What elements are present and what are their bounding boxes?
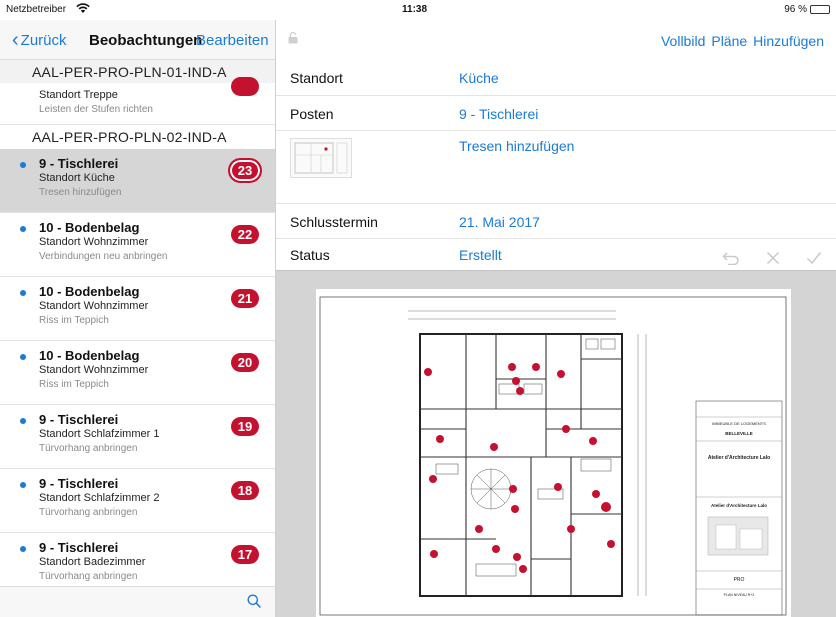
item-description: Türvorhang anbringen xyxy=(39,507,138,518)
plan-thumbnail[interactable] xyxy=(290,138,352,178)
item-description: Tresen hinzufügen xyxy=(39,187,122,198)
item-badge: 21 xyxy=(231,289,259,308)
deadline-value[interactable]: 21. Mai 2017 xyxy=(459,214,540,230)
unlock-icon[interactable] xyxy=(288,31,298,47)
unread-dot xyxy=(20,546,26,552)
list-item[interactable]: 10 - Bodenbelag Standort Wohnzimmer Riss… xyxy=(0,277,275,341)
deadline-row[interactable]: Schlusstermin 21. Mai 2017 xyxy=(276,204,836,239)
plan-phase-label: PRO xyxy=(734,577,745,583)
undo-icon[interactable] xyxy=(722,249,740,270)
plan-level-label: PLAN NIVEAU R+2 xyxy=(724,593,755,597)
item-location: Standort Badezimmer xyxy=(39,556,146,568)
item-title: 10 - Bodenbelag xyxy=(39,220,140,235)
item-location: Standort Schlafzimmer 1 xyxy=(39,428,160,440)
item-location: Standort Schlafzimmer 2 xyxy=(39,492,160,504)
right-navigation-bar: Vollbild Pläne Hinzufügen xyxy=(276,20,836,60)
list-item[interactable]: 10 - Bodenbelag Standort Wohnzimmer Riss… xyxy=(0,341,275,405)
plan-group-header: AAL-PER-PRO-PLN-02-IND-A xyxy=(0,125,275,149)
item-title: 9 - Tischlerei xyxy=(39,476,119,491)
item-title: 9 - Tischlerei xyxy=(39,156,119,171)
item-description: Riss im Teppich xyxy=(39,315,109,326)
battery-percent: 96 % xyxy=(784,4,807,15)
item-badge: 18 xyxy=(231,481,259,500)
floor-plan-sheet[interactable]: IMMEUBLE DE LOGEMENTS BELLEVILLE Atelier… xyxy=(316,289,791,617)
location-row[interactable]: Standort Küche xyxy=(276,60,836,96)
item-description: Riss im Teppich xyxy=(39,379,109,390)
battery-indicator: 96 % xyxy=(784,4,830,15)
item-location: Standort Wohnzimmer xyxy=(39,300,149,312)
description-row[interactable]: Tresen hinzufügen xyxy=(276,131,836,204)
add-button[interactable]: Hinzufügen xyxy=(753,33,824,49)
item-description: Verbindungen neu anbringen xyxy=(39,251,168,262)
status-label: Status xyxy=(290,247,330,263)
unread-dot xyxy=(20,354,26,360)
carrier-label: Netzbetreiber xyxy=(6,4,67,15)
item-location: Standort Treppe xyxy=(39,89,118,101)
status-actions xyxy=(722,249,822,270)
list-item[interactable]: 9 - Tischlerei Standort Küche Tresen hin… xyxy=(0,149,275,213)
observation-list[interactable]: AAL-PER-PRO-PLN-01-IND-A Standort Treppe… xyxy=(0,60,275,586)
description-value[interactable]: Tresen hinzufügen xyxy=(459,138,574,154)
item-title: 10 - Bodenbelag xyxy=(39,348,140,363)
item-badge: 20 xyxy=(231,353,259,372)
search-icon[interactable] xyxy=(247,594,261,612)
item-title: 10 - Bodenbelag xyxy=(39,284,140,299)
list-item[interactable]: 9 - Tischlerei Standort Schlafzimmer 1 T… xyxy=(0,405,275,469)
item-badge: 17 xyxy=(231,545,259,564)
item-row[interactable]: Posten 9 - Tischlerei xyxy=(276,96,836,131)
list-item[interactable]: 9 - Tischlerei Standort Schlafzimmer 2 T… xyxy=(0,469,275,533)
plan-city-label: BELLEVILLE xyxy=(725,431,753,436)
location-label: Standort xyxy=(290,70,343,86)
plan-architect-label-2: Atelier d'Architecture Lalo xyxy=(711,503,767,508)
plan-architect-label: Atelier d'Architecture Lalo xyxy=(708,455,770,461)
item-location: Standort Wohnzimmer xyxy=(39,236,149,248)
item-badge: 19 xyxy=(231,417,259,436)
left-toolbar xyxy=(0,586,275,617)
unread-dot xyxy=(20,226,26,232)
unread-dot xyxy=(20,482,26,488)
status-bar: Netzbetreiber 11:38 96 % xyxy=(0,0,836,20)
plans-button[interactable]: Pläne xyxy=(711,33,747,49)
panel-title: Beobachtungen xyxy=(89,32,203,49)
item-badge xyxy=(231,77,259,96)
item-value[interactable]: 9 - Tischlerei xyxy=(459,106,538,122)
item-location: Standort Küche xyxy=(39,172,115,184)
item-description: Leisten der Stufen richten xyxy=(39,104,153,115)
wifi-icon xyxy=(76,3,90,17)
unread-dot xyxy=(20,418,26,424)
unread-dot xyxy=(20,290,26,296)
location-value[interactable]: Küche xyxy=(459,70,499,86)
edit-button[interactable]: Bearbeiten xyxy=(196,32,269,49)
observation-detail-panel: Vollbild Pläne Hinzufügen Standort Küche… xyxy=(276,20,836,617)
status-value[interactable]: Erstellt xyxy=(459,247,502,263)
item-location: Standort Wohnzimmer xyxy=(39,364,149,376)
left-navigation-bar: ‹ Zurück Beobachtungen Bearbeiten xyxy=(0,20,275,60)
plan-viewer[interactable]: IMMEUBLE DE LOGEMENTS BELLEVILLE Atelier… xyxy=(276,270,836,617)
item-title: 9 - Tischlerei xyxy=(39,540,119,555)
list-item[interactable]: Standort Treppe Leisten der Stufen richt… xyxy=(0,77,275,125)
item-description: Türvorhang anbringen xyxy=(39,443,138,454)
back-label: Zurück xyxy=(20,32,67,49)
item-description: Türvorhang anbringen xyxy=(39,571,138,582)
battery-icon xyxy=(810,5,830,14)
back-button[interactable]: ‹ Zurück xyxy=(12,28,67,51)
checkmark-icon[interactable] xyxy=(806,249,822,270)
item-badge: 23 xyxy=(228,158,262,183)
unread-dot xyxy=(20,162,26,168)
status-row[interactable]: Status Erstellt xyxy=(276,239,836,270)
header-actions: Vollbild Pläne Hinzufügen xyxy=(661,33,824,49)
plan-project-label: IMMEUBLE DE LOGEMENTS xyxy=(712,421,766,426)
chevron-left-icon: ‹ xyxy=(12,28,19,51)
observations-panel: ‹ Zurück Beobachtungen Bearbeiten AAL-PE… xyxy=(0,20,275,617)
fullscreen-button[interactable]: Vollbild xyxy=(661,33,705,49)
close-icon[interactable] xyxy=(766,249,780,270)
deadline-label: Schlusstermin xyxy=(290,214,378,230)
list-item[interactable]: 10 - Bodenbelag Standort Wohnzimmer Verb… xyxy=(0,213,275,277)
list-item[interactable]: 9 - Tischlerei Standort Badezimmer Türvo… xyxy=(0,533,275,586)
item-label: Posten xyxy=(290,106,334,122)
clock: 11:38 xyxy=(402,4,428,15)
item-badge: 22 xyxy=(231,225,259,244)
item-title: 9 - Tischlerei xyxy=(39,412,119,427)
